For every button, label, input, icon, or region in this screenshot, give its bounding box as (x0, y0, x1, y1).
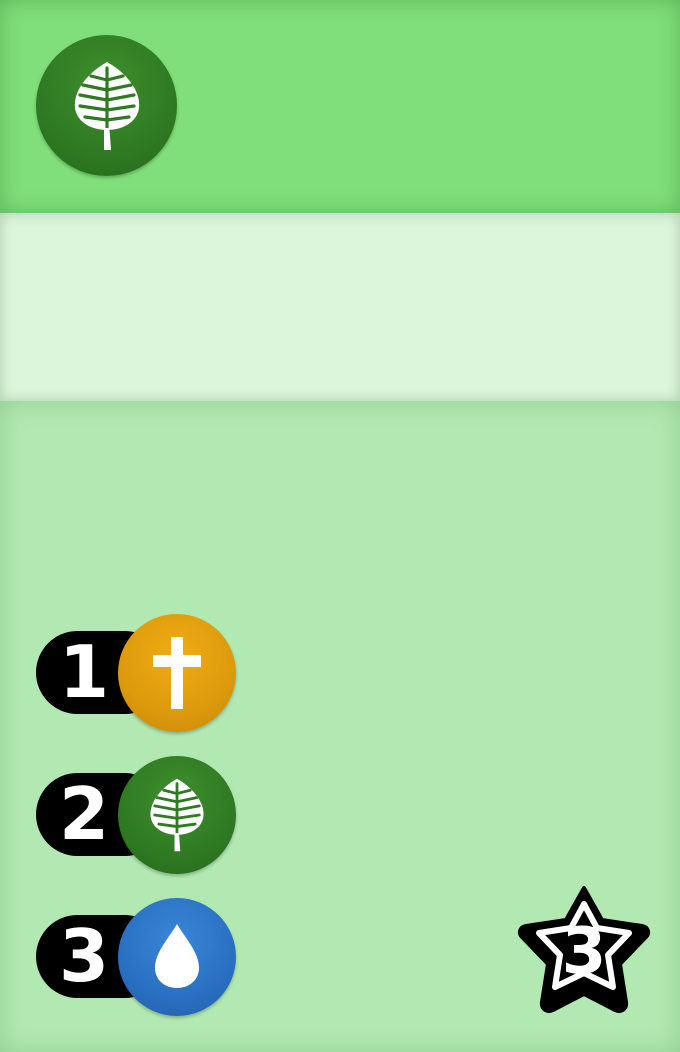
leaf-icon (36, 35, 177, 176)
leaf-icon (118, 756, 236, 874)
cross-icon (118, 614, 236, 732)
step-row-2: 2 (36, 756, 236, 874)
card-header (0, 0, 680, 213)
star-badge: 3 (516, 884, 652, 1016)
step-row-3: 3 (36, 898, 236, 1016)
step-number: 1 (58, 630, 110, 714)
game-card: 1 2 3 3 (0, 0, 680, 1052)
step-row-1: 1 (36, 614, 236, 732)
card-text-band (0, 213, 680, 401)
step-number: 3 (58, 914, 110, 998)
step-number: 2 (58, 772, 110, 856)
water-drop-icon (118, 898, 236, 1016)
star-value: 3 (561, 915, 607, 989)
